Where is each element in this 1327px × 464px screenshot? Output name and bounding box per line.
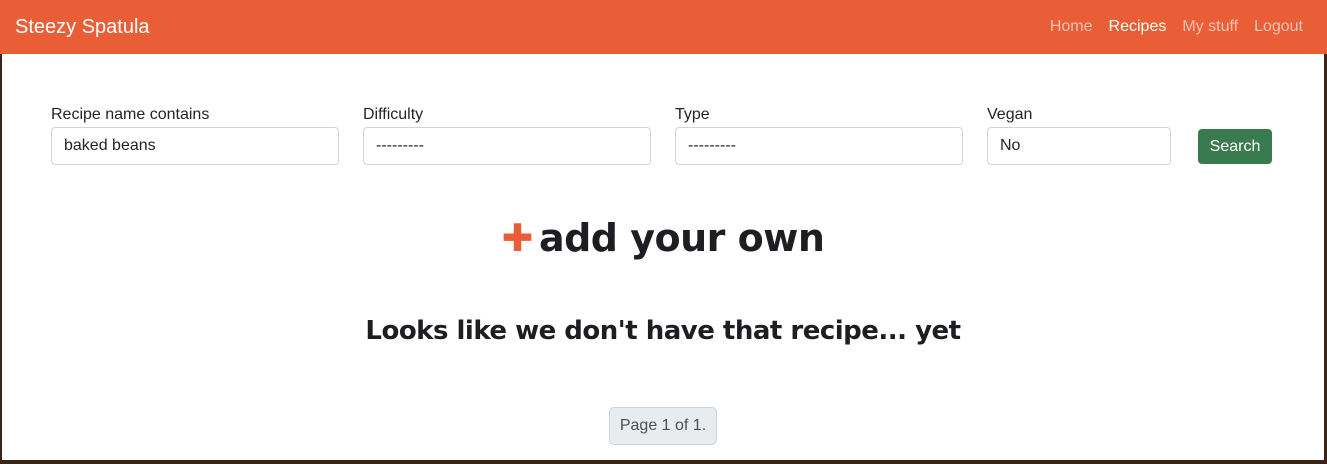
nav-my-stuff-link[interactable]: My stuff: [1182, 18, 1238, 36]
name-filter: Recipe name contains baked beans: [51, 106, 339, 165]
type-filter: Type ---------: [675, 106, 963, 165]
main-content: Recipe name contains baked beans Difficu…: [2, 54, 1324, 460]
nav-links: Home Recipes My stuff Logout: [1050, 18, 1312, 36]
recipe-name-input[interactable]: baked beans: [51, 127, 339, 165]
brand-link[interactable]: Steezy Spatula: [15, 16, 150, 39]
difficulty-select[interactable]: ---------: [363, 127, 651, 165]
add-your-own-link[interactable]: ✚ add your own: [2, 216, 1324, 260]
no-results-message: Looks like we don't have that recipe... …: [365, 316, 961, 346]
name-filter-label: Recipe name contains: [51, 106, 210, 123]
nav-logout-link[interactable]: Logout: [1254, 18, 1303, 36]
top-navbar: Steezy Spatula Home Recipes My stuff Log…: [0, 0, 1327, 54]
nav-recipes-link[interactable]: Recipes: [1109, 18, 1167, 36]
type-select[interactable]: ---------: [675, 127, 963, 165]
vegan-filter: Vegan No: [987, 106, 1171, 165]
vegan-filter-label: Vegan: [987, 106, 1033, 123]
type-filter-label: Type: [675, 106, 710, 123]
add-your-own-label: add your own: [538, 216, 825, 260]
difficulty-filter-label: Difficulty: [363, 106, 424, 123]
plus-icon: ✚: [501, 216, 534, 260]
difficulty-filter: Difficulty ---------: [363, 106, 651, 165]
vegan-select[interactable]: No: [987, 127, 1171, 165]
search-button[interactable]: Search: [1198, 129, 1272, 164]
nav-home-link[interactable]: Home: [1050, 18, 1093, 36]
pagination-status: Page 1 of 1.: [609, 407, 717, 445]
